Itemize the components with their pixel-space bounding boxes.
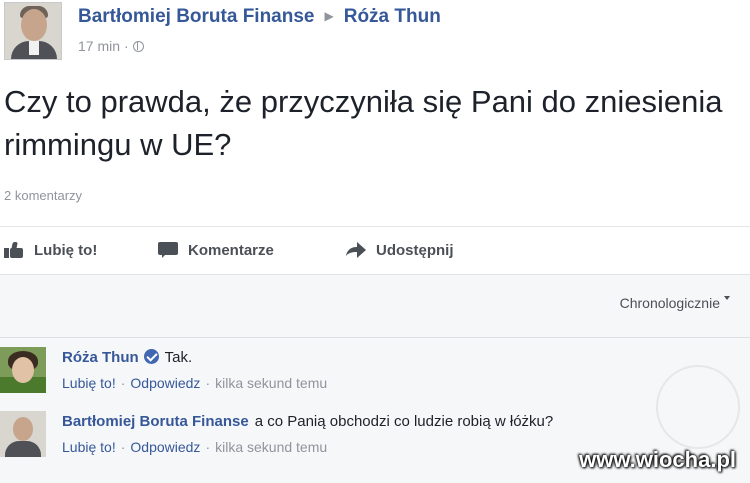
watermark-seal (656, 365, 740, 449)
separator-dot: · (205, 439, 211, 455)
caret-down-icon (724, 296, 730, 300)
share-arrow-icon (346, 242, 366, 258)
post-timestamp[interactable]: 17 min (78, 38, 120, 54)
comment-author-link[interactable]: Bartłomiej Boruta Finanse (62, 413, 249, 430)
post-text: Czy to prawda, że przyczyniła się Pani d… (4, 84, 723, 162)
post-target-link[interactable]: Róża Thun (344, 6, 441, 27)
comment-actions: Lubię to! · Odpowiedz · kilka sekund temu (62, 439, 327, 455)
comment-button-label: Komentarze (188, 241, 274, 259)
meta-separator: · (124, 38, 129, 54)
author-avatar[interactable] (4, 2, 62, 60)
comment-timestamp[interactable]: kilka sekund temu (215, 375, 327, 391)
comment-author-link[interactable]: Róża Thun (62, 349, 139, 366)
separator-dot: · (205, 375, 211, 391)
comment-text: a co Panią obchodzi co ludzie robią w łó… (254, 413, 554, 430)
share-button-label: Udostępnij (376, 241, 454, 259)
sort-order-dropdown[interactable]: Chronologicznie (620, 295, 730, 311)
thumbs-up-icon (4, 242, 24, 258)
separator-dot: · (120, 375, 126, 391)
arrow-right-icon: ▶ (324, 9, 334, 23)
divider (0, 226, 750, 227)
separator-dot: · (120, 439, 126, 455)
post-author-line: Bartłomiej Boruta Finanse ▶ Róża Thun (78, 6, 441, 28)
comment-count[interactable]: 2 komentarzy (4, 188, 82, 203)
comment-button[interactable]: Komentarze (158, 236, 274, 264)
comment-timestamp[interactable]: kilka sekund temu (215, 439, 327, 455)
comment-bubble-icon (158, 242, 178, 258)
comment-reply-link[interactable]: Odpowiedz (130, 375, 200, 391)
comment-text: Tak. (164, 349, 193, 366)
like-button[interactable]: Lubię to! (4, 236, 97, 264)
comment-item: Róża Thun Tak. Lubię to! · Odpowiedz · kilka … (0, 347, 750, 405)
watermark: www.wiocha.pl (579, 447, 736, 472)
post-author-link[interactable]: Bartłomiej Boruta Finanse (78, 6, 315, 27)
globe-icon[interactable] (132, 41, 144, 52)
verified-badge-icon (143, 349, 159, 364)
like-button-label: Lubię to! (34, 241, 98, 259)
comment-body: Róża Thun Tak. (62, 349, 192, 366)
divider (0, 337, 750, 338)
commenter-avatar[interactable] (0, 347, 46, 393)
sort-order-label: Chronologicznie (619, 295, 720, 311)
commenter-avatar[interactable] (0, 411, 46, 457)
post-actions-bar: Lubię to! Komentarze Udostępnij (0, 236, 750, 264)
share-button[interactable]: Udostępnij (346, 236, 454, 264)
post-meta: 17 min · (78, 38, 144, 54)
post-header: Bartłomiej Boruta Finanse ▶ Róża Thun 17 m… (0, 0, 750, 66)
comment-like-link[interactable]: Lubię to! (62, 375, 116, 391)
comment-like-link[interactable]: Lubię to! (62, 439, 116, 455)
comment-body: Bartłomiej Boruta Finanse a co Panią obch… (62, 413, 553, 430)
comment-actions: Lubię to! · Odpowiedz · kilka sekund temu (62, 375, 327, 391)
comment-reply-link[interactable]: Odpowiedz (130, 439, 200, 455)
